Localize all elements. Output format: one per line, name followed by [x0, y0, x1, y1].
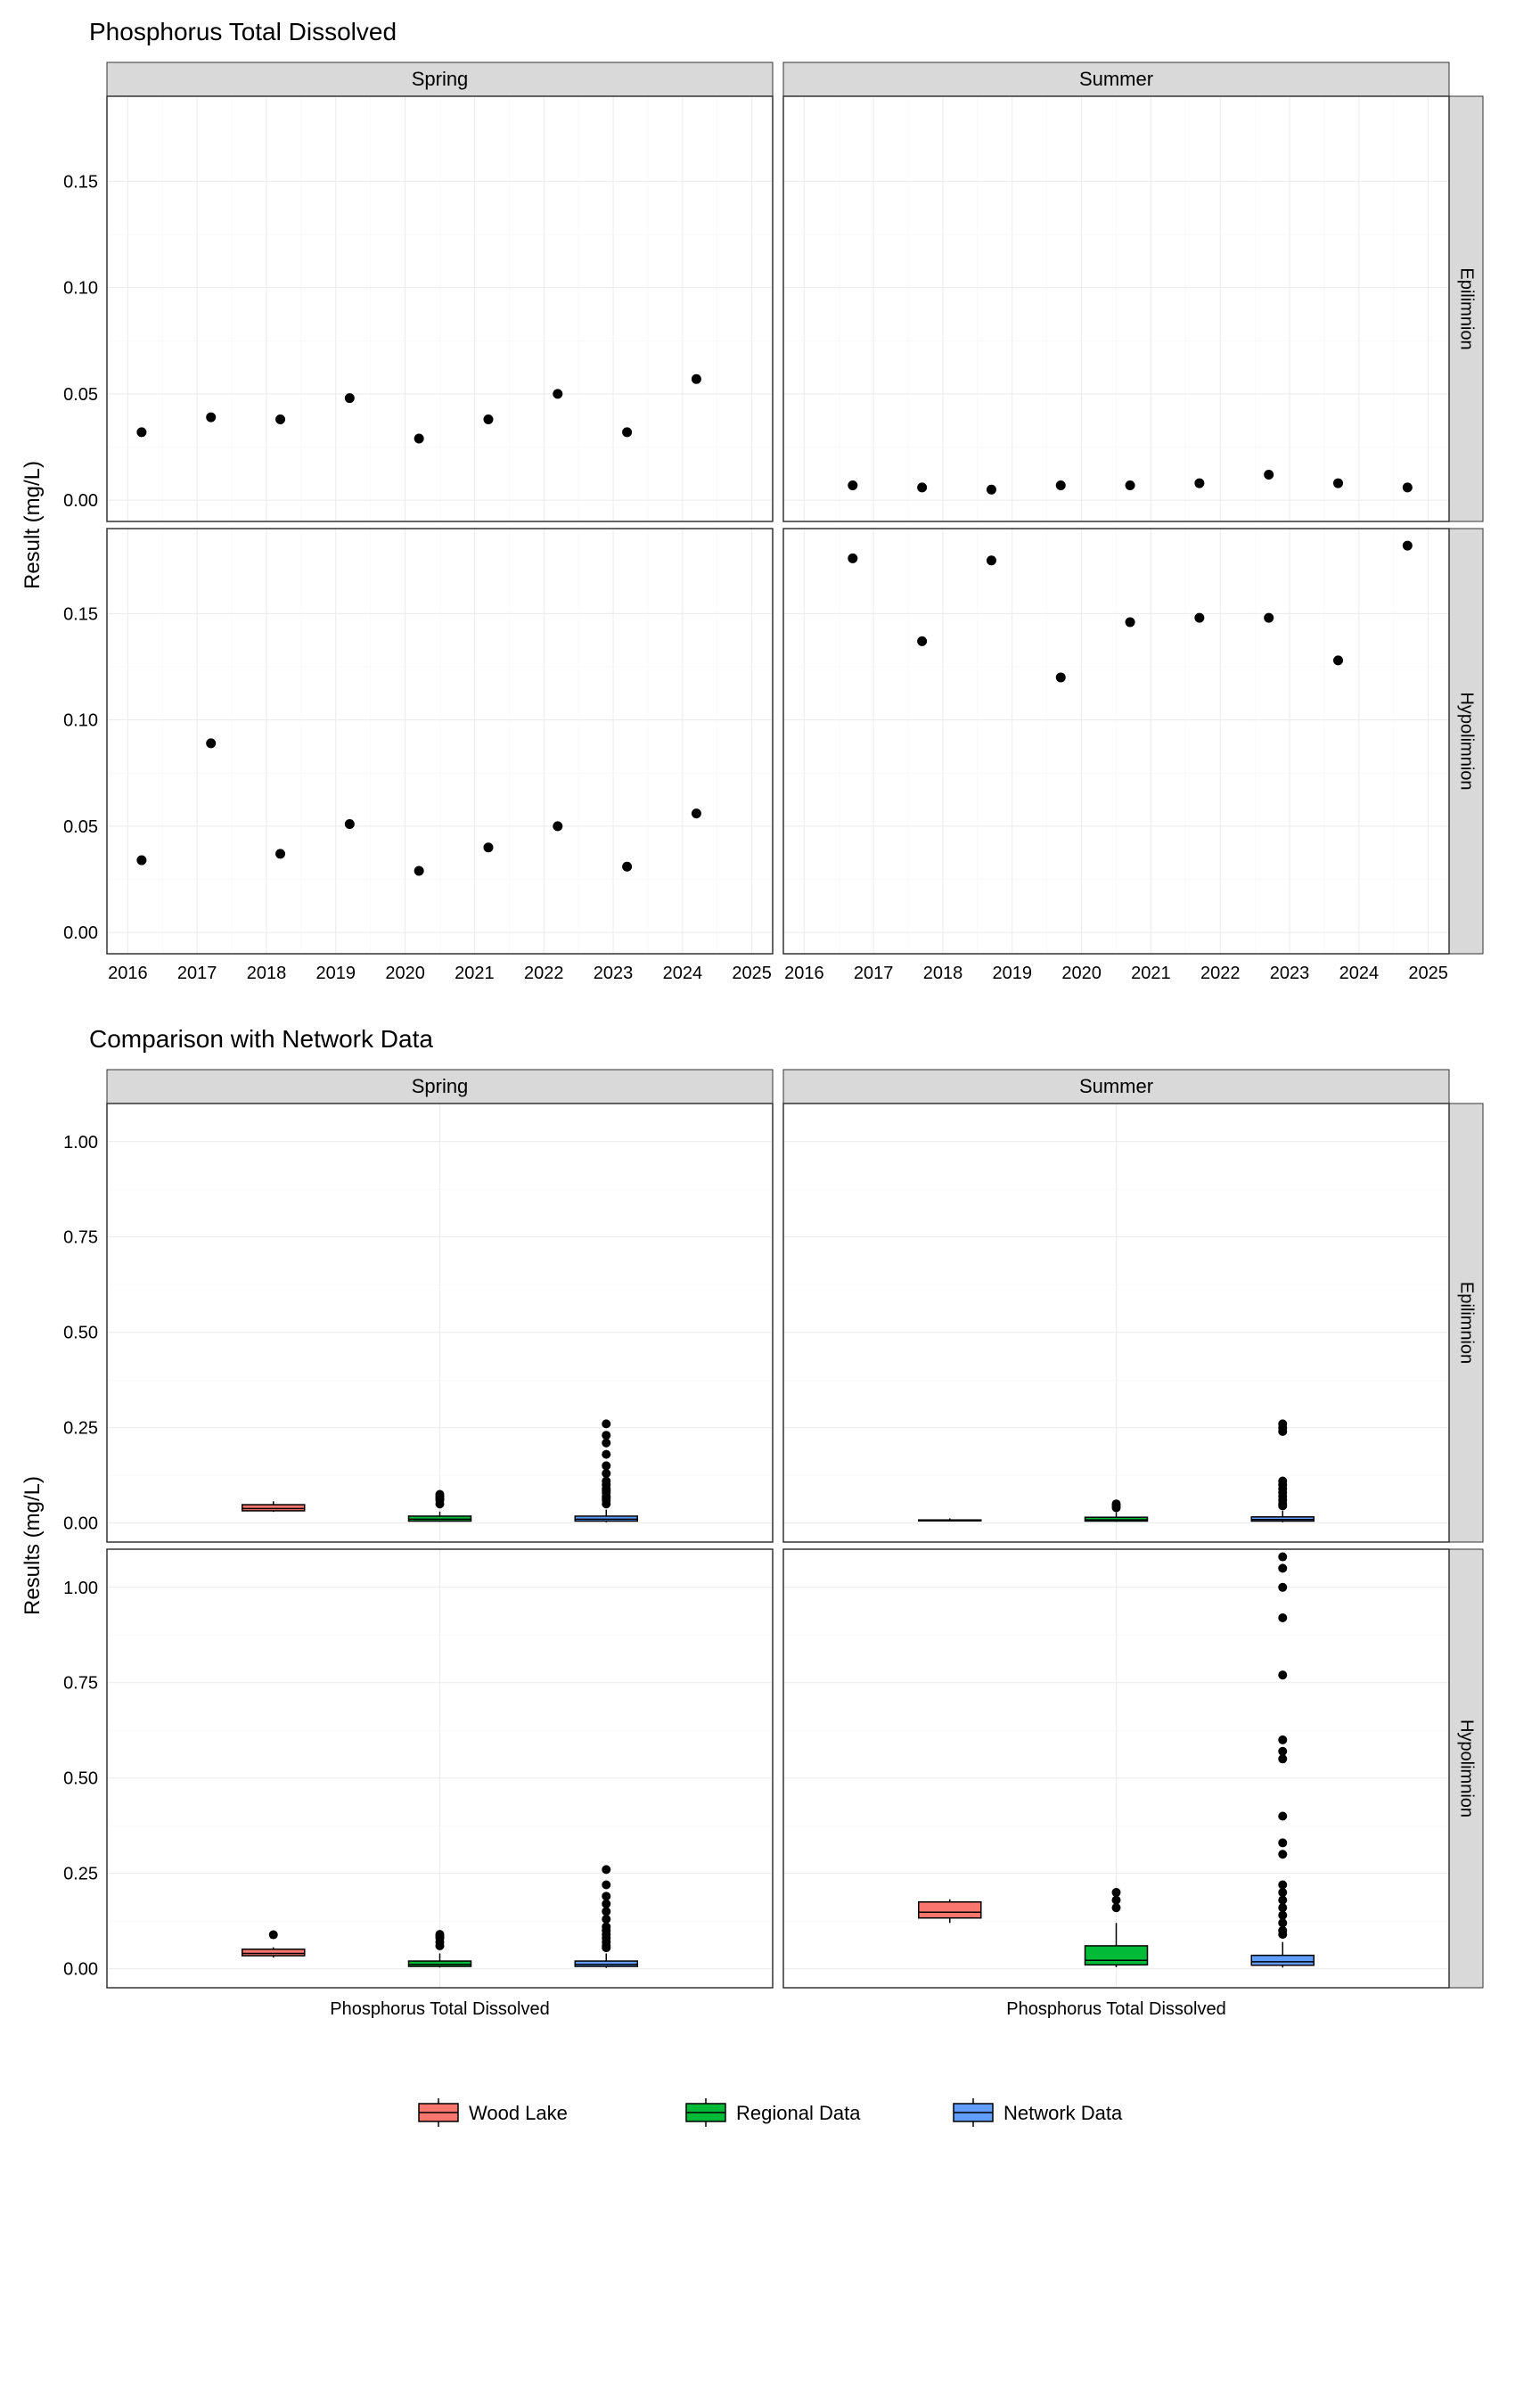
svg-text:Network Data: Network Data: [1003, 2102, 1123, 2124]
svg-text:0.00: 0.00: [63, 1514, 98, 1534]
box-chart: Results (mg/L) Spring Summer Epilimnion Hypo…: [18, 1061, 1522, 2050]
svg-text:2022: 2022: [1200, 964, 1241, 983]
svg-text:0.00: 0.00: [63, 491, 98, 511]
svg-text:2018: 2018: [923, 964, 963, 983]
svg-text:2017: 2017: [177, 964, 217, 983]
svg-text:0.10: 0.10: [63, 279, 98, 299]
svg-text:0.75: 0.75: [63, 1228, 98, 1248]
svg-text:2020: 2020: [1061, 964, 1102, 983]
svg-text:0.15: 0.15: [63, 172, 98, 192]
svg-text:Epilimnion: Epilimnion: [1457, 267, 1477, 349]
svg-text:2019: 2019: [993, 964, 1033, 983]
svg-text:2023: 2023: [1270, 964, 1310, 983]
svg-text:Phosphorus Total Dissolved: Phosphorus Total Dissolved: [1006, 1999, 1225, 2019]
scatter-chart: Result (mg/L) Spring Summer Epilimnion Hypol…: [18, 53, 1522, 998]
svg-text:2024: 2024: [1339, 964, 1380, 983]
chart2-title: Comparison with Network Data: [89, 1025, 1522, 1054]
svg-text:Result (mg/L): Result (mg/L): [20, 461, 45, 589]
svg-text:0.05: 0.05: [63, 817, 98, 837]
svg-text:Hypolimnion: Hypolimnion: [1457, 692, 1477, 790]
svg-text:0.50: 0.50: [63, 1324, 98, 1343]
svg-text:0.25: 0.25: [63, 1865, 98, 1884]
svg-text:2024: 2024: [663, 964, 703, 983]
svg-text:0.05: 0.05: [63, 385, 98, 405]
svg-text:2018: 2018: [247, 964, 287, 983]
svg-text:2017: 2017: [854, 964, 894, 983]
svg-text:2022: 2022: [524, 964, 564, 983]
svg-text:Regional Data: Regional Data: [736, 2102, 861, 2124]
svg-text:Wood Lake: Wood Lake: [469, 2102, 568, 2124]
svg-text:Hypolimnion: Hypolimnion: [1457, 1719, 1477, 1818]
svg-text:0.00: 0.00: [63, 1960, 98, 1980]
svg-text:2016: 2016: [108, 964, 148, 983]
svg-text:2019: 2019: [316, 964, 356, 983]
svg-text:2025: 2025: [1408, 964, 1448, 983]
svg-text:0.00: 0.00: [63, 923, 98, 943]
svg-text:1.00: 1.00: [63, 1579, 98, 1598]
svg-text:0.25: 0.25: [63, 1419, 98, 1439]
svg-text:Results (mg/L): Results (mg/L): [20, 1476, 45, 1615]
svg-text:Summer: Summer: [1079, 68, 1153, 90]
svg-text:2023: 2023: [594, 964, 634, 983]
svg-text:Epilimnion: Epilimnion: [1457, 1282, 1477, 1364]
svg-text:1.00: 1.00: [63, 1133, 98, 1153]
svg-text:Summer: Summer: [1079, 1075, 1153, 1097]
chart1-title: Phosphorus Total Dissolved: [89, 18, 1522, 46]
svg-text:2021: 2021: [455, 964, 495, 983]
svg-text:2016: 2016: [784, 964, 824, 983]
svg-text:2021: 2021: [1131, 964, 1171, 983]
svg-text:Spring: Spring: [412, 1075, 469, 1097]
svg-text:Phosphorus Total Dissolved: Phosphorus Total Dissolved: [330, 1999, 549, 2019]
svg-text:Spring: Spring: [412, 68, 469, 90]
svg-text:0.50: 0.50: [63, 1769, 98, 1789]
svg-text:0.75: 0.75: [63, 1674, 98, 1694]
svg-text:0.15: 0.15: [63, 604, 98, 624]
legend: Wood Lake Regional Data Network Data: [18, 2086, 1522, 2139]
svg-text:2025: 2025: [732, 964, 772, 983]
svg-text:0.10: 0.10: [63, 711, 98, 731]
svg-text:2020: 2020: [385, 964, 425, 983]
